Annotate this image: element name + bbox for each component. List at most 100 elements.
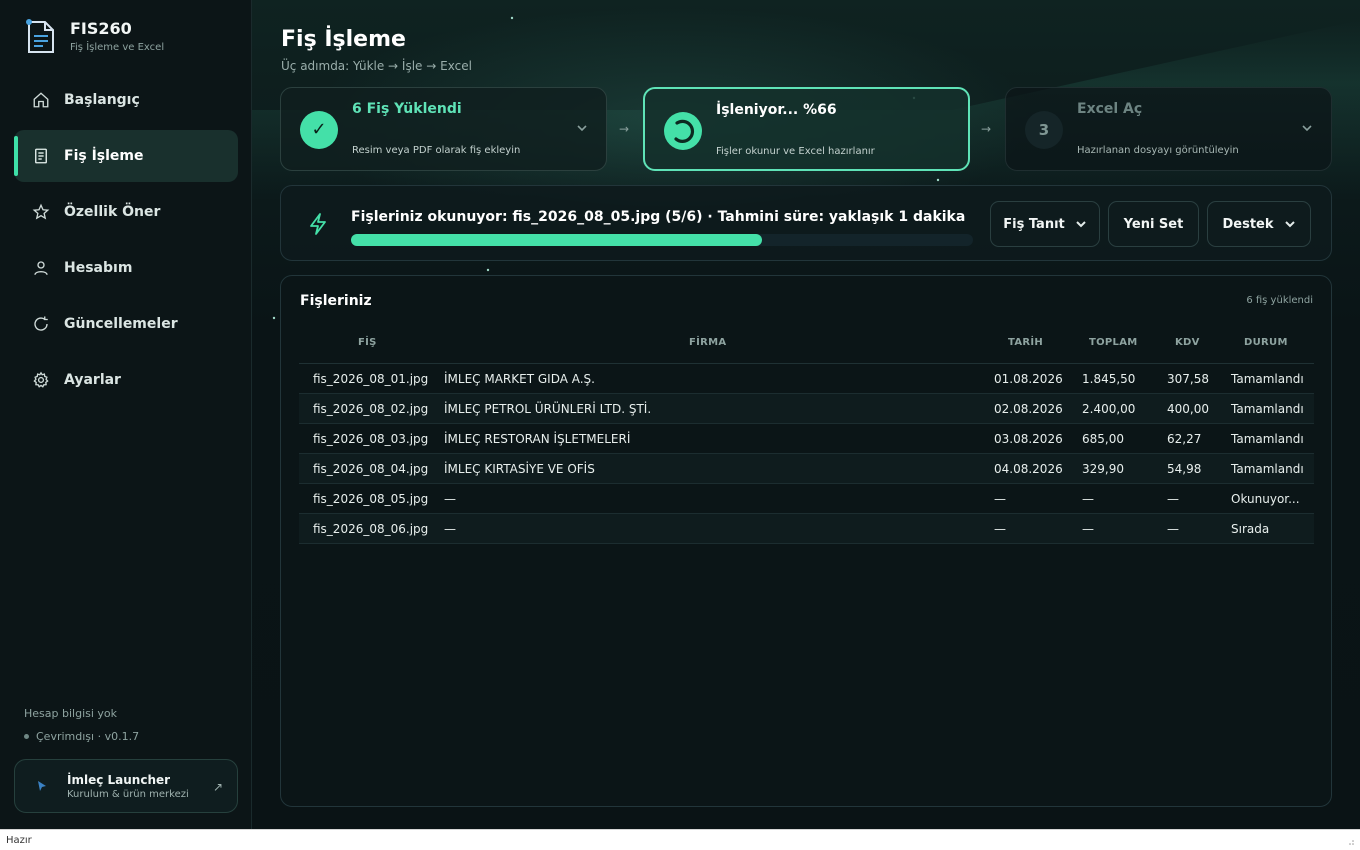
table-cell: fis_2026_08_06.jpg [313, 522, 429, 536]
sidebar-item-fis-isleme[interactable]: Fiş İşleme [14, 130, 238, 182]
arrow-right-icon: → [619, 122, 630, 136]
button-label: Yeni Set [1123, 216, 1184, 232]
step-description: Hazırlanan dosyayı görüntüleyin [1077, 145, 1239, 156]
support-button[interactable]: Destek [1207, 201, 1311, 247]
table-row[interactable]: fis_2026_08_03.jpg İMLEÇ RESTORAN İŞLETME… [299, 424, 1314, 454]
sidebar-item-guncellemeler[interactable]: Güncellemeler [14, 298, 238, 350]
external-link-icon: ↗ [212, 780, 223, 794]
receipts-table-card: Fişleriniz 6 fiş yüklendi FİŞ FİRMA TARİ… [280, 275, 1332, 807]
receipt-document-icon [26, 19, 54, 53]
step-excel[interactable]: 3 Excel Aç Hazırlanan dosyayı görüntüley… [1005, 87, 1332, 171]
chevron-down-icon[interactable] [1301, 122, 1313, 134]
identify-receipt-button[interactable]: Fiş Tanıt [990, 201, 1100, 247]
arrow-right-icon: → [981, 122, 992, 136]
home-icon [33, 92, 49, 108]
column-header[interactable]: FİRMA [689, 337, 726, 348]
new-set-button[interactable]: Yeni Set [1108, 201, 1199, 247]
table-cell: Tamamlandı [1231, 432, 1304, 446]
app-tagline: Fiş İşleme ve Excel [70, 42, 165, 53]
table-cell: 62,27 [1167, 432, 1202, 446]
resize-grip-icon[interactable] [1346, 838, 1354, 846]
column-header[interactable]: TARİH [1008, 337, 1043, 348]
step-title: Excel Aç [1077, 101, 1143, 117]
table-row[interactable]: fis_2026_08_02.jpg İMLEÇ PETROL ÜRÜNLERİ … [299, 394, 1314, 424]
app-name: FIS260 [70, 19, 132, 38]
step-description: Resim veya PDF olarak fiş ekleyin [352, 145, 521, 156]
sidebar-item-label: Başlangıç [64, 92, 140, 108]
lightning-icon [310, 213, 326, 235]
table-cell: 02.08.2026 [994, 402, 1063, 416]
step-upload[interactable]: ✓ 6 Fiş Yüklendi Resim veya PDF olarak f… [280, 87, 607, 171]
check-icon: ✓ [300, 111, 338, 149]
chevron-down-icon[interactable] [576, 122, 588, 134]
table-row[interactable]: fis_2026_08_04.jpg İMLEÇ KIRTASİYE VE OFİ… [299, 454, 1314, 484]
table-cell: — [444, 522, 456, 536]
table-cell: 03.08.2026 [994, 432, 1063, 446]
document-icon [35, 148, 47, 164]
star-icon [32, 203, 50, 220]
column-header[interactable]: DURUM [1244, 337, 1288, 348]
table-cell: İMLEÇ RESTORAN İŞLETMELERİ [444, 432, 631, 446]
table-cell: Tamamlandı [1231, 402, 1304, 416]
table-cell: İMLEÇ KIRTASİYE VE OFİS [444, 462, 595, 476]
progress-status-text: Fişleriniz okunuyor: fis_2026_08_05.jpg … [351, 209, 966, 225]
step-process[interactable]: İşleniyor... %66 Fişler okunur ve Excel … [643, 87, 970, 171]
table-row[interactable]: fis_2026_08_06.jpg — — — — Sırada [299, 514, 1314, 544]
main-content: Fiş İşleme Üç adımda: Yükle → İşle → Exc… [252, 0, 1360, 829]
status-bar: Hazır [0, 829, 1360, 850]
brand: FIS260 Fiş İşleme ve Excel [24, 18, 164, 56]
table-cell: — [444, 492, 456, 506]
table-cell: — [1082, 522, 1094, 536]
status-dot-icon [24, 734, 29, 739]
table-count: 6 fiş yüklendi [1246, 295, 1313, 306]
sidebar-item-ozellik-oner[interactable]: Özellik Öner [14, 186, 238, 238]
table-cell: 01.08.2026 [994, 372, 1063, 386]
sidebar-item-label: Hesabım [64, 260, 133, 276]
gear-icon [33, 371, 49, 388]
table-cell: fis_2026_08_02.jpg [313, 402, 429, 416]
table-cell: — [994, 522, 1006, 536]
connection-status: Çevrimdışı · v0.1.7 [24, 730, 139, 743]
table-cell: — [1082, 492, 1094, 506]
launcher-subtitle: Kurulum & ürün merkezi [67, 788, 189, 800]
launcher-button[interactable]: İmleç Launcher Kurulum & ürün merkezi ↗ [14, 759, 238, 813]
table-cell: 54,98 [1167, 462, 1202, 476]
table-cell: 04.08.2026 [994, 462, 1063, 476]
status-text: Hazır [6, 835, 32, 846]
column-header[interactable]: KDV [1175, 337, 1200, 348]
button-label: Destek [1222, 216, 1274, 232]
table-row[interactable]: fis_2026_08_05.jpg — — — — Okunuyor... [299, 484, 1314, 514]
table-cell: 2.400,00 [1082, 402, 1136, 416]
chevron-down-icon [1076, 221, 1086, 228]
table-cell: fis_2026_08_05.jpg [313, 492, 429, 506]
sidebar-nav: Başlangıç Fiş İşleme Özellik Öner Hesabı… [14, 74, 238, 410]
sidebar: FIS260 Fiş İşleme ve Excel Başlangıç Fiş… [0, 0, 252, 829]
table-cell: fis_2026_08_04.jpg [313, 462, 429, 476]
progress-bar [351, 234, 973, 246]
column-header[interactable]: FİŞ [358, 337, 377, 348]
table-cell: Tamamlandı [1231, 372, 1304, 386]
page-title: Fiş İşleme [281, 27, 406, 52]
connection-status-text: Çevrimdışı · v0.1.7 [36, 730, 140, 743]
sidebar-item-label: Ayarlar [64, 372, 121, 388]
table-cell: fis_2026_08_01.jpg [313, 372, 429, 386]
sidebar-item-label: Fiş İşleme [64, 148, 144, 164]
table-cell: Okunuyor... [1231, 492, 1300, 506]
table-cell: — [1167, 492, 1179, 506]
table-cell: İMLEÇ PETROL ÜRÜNLERİ LTD. ŞTİ. [444, 402, 652, 416]
sidebar-item-baslangic[interactable]: Başlangıç [14, 74, 238, 126]
step-number-badge: 3 [1025, 111, 1063, 149]
user-icon [34, 261, 48, 275]
column-header[interactable]: TOPLAM [1089, 337, 1138, 348]
account-info: Hesap bilgisi yok [24, 707, 118, 720]
sidebar-item-ayarlar[interactable]: Ayarlar [14, 354, 238, 406]
sidebar-item-hesabim[interactable]: Hesabım [14, 242, 238, 294]
table-cell: — [1167, 522, 1179, 536]
chevron-down-icon [1284, 221, 1295, 228]
step-title: 6 Fiş Yüklendi [352, 101, 462, 117]
table-cell: fis_2026_08_03.jpg [313, 432, 429, 446]
table-cell: 307,58 [1167, 372, 1209, 386]
table-row[interactable]: fis_2026_08_01.jpg İMLEÇ MARKET GIDA A.Ş.… [299, 364, 1314, 394]
table-cell: 400,00 [1167, 402, 1209, 416]
table-title: Fişleriniz [300, 293, 372, 309]
